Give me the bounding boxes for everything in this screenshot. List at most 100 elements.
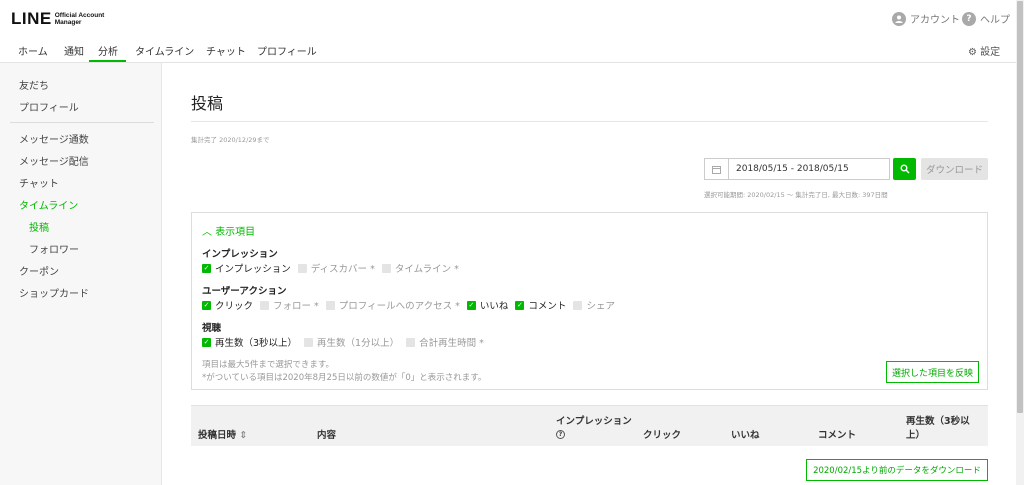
tab-timeline[interactable]: タイムライン	[135, 43, 194, 58]
checkbox-discover[interactable]: ディスカバー *	[297, 261, 375, 275]
main-nav: ホーム 通知 分析 タイムライン チャット プロフィール ⚙ 設定	[0, 36, 1016, 63]
group-title-user-action: ユーザーアクション	[202, 286, 287, 297]
checkbox-checked-icon: ✓	[466, 300, 476, 310]
date-range-value: 2018/05/15 - 2018/05/15	[736, 164, 849, 174]
help-label: ヘルプ	[980, 15, 1010, 26]
logo-subtitle: Official Account Manager	[54, 12, 105, 26]
display-items-label: 表示項目	[215, 227, 256, 238]
checkbox-profile-access[interactable]: プロフィールへのアクセス *	[325, 298, 460, 312]
aggregation-note: 集計完了 2020/12/29まで	[191, 136, 270, 144]
checkbox-unchecked-icon	[325, 300, 335, 310]
apply-selected-items-button[interactable]: 選択した項目を反映	[886, 361, 979, 383]
option-label: インプレッション	[215, 264, 291, 275]
line-oam-logo[interactable]: LINE Official Account Manager	[11, 9, 104, 29]
settings-link[interactable]: ⚙ 設定	[968, 43, 1000, 58]
column-header-impression: インプレッション?	[556, 413, 632, 439]
checkbox-impression[interactable]: ✓ インプレッション	[202, 261, 291, 275]
checkbox-checked-icon: ✓	[202, 337, 211, 347]
sidebar-item-profile[interactable]: プロフィール	[19, 99, 79, 114]
account-label: アカウント	[910, 15, 960, 26]
tab-analytics[interactable]: 分析	[98, 43, 118, 58]
checkbox-follow[interactable]: フォロー *	[260, 298, 319, 312]
checkbox-plays-1m[interactable]: 再生数（1分以上）	[304, 335, 399, 349]
display-items-panel: ︿ 表示項目 インプレッション ✓ インプレッション ディスカバー * タイムライ…	[191, 212, 988, 390]
tab-profile[interactable]: プロフィール	[257, 43, 317, 58]
chevron-up-icon: ︿	[202, 227, 212, 238]
option-label: フォロー *	[273, 301, 319, 312]
search-button[interactable]	[893, 158, 916, 180]
column-date-label: 投稿日時	[198, 430, 237, 441]
title-divider	[191, 121, 988, 122]
checkbox-share[interactable]: シェア	[573, 298, 615, 312]
group-title-viewing: 視聴	[202, 323, 222, 334]
scrollbar-thumb[interactable]	[1017, 1, 1023, 413]
option-label: クリック	[215, 301, 254, 312]
option-label: ディスカバー *	[310, 264, 375, 275]
display-items-toggle[interactable]: ︿ 表示項目	[202, 223, 255, 238]
sidebar-item-followers[interactable]: フォロワー	[29, 241, 79, 256]
checkbox-comment[interactable]: ✓ コメント	[515, 298, 566, 312]
tab-home[interactable]: ホーム	[18, 43, 48, 58]
checkbox-click[interactable]: ✓ クリック	[202, 298, 253, 312]
sidebar-item-chat[interactable]: チャット	[19, 175, 59, 190]
date-range-picker[interactable]: 2018/05/15 - 2018/05/15	[704, 158, 890, 180]
checkbox-checked-icon: ✓	[202, 263, 211, 273]
sidebar-item-timeline[interactable]: タイムライン	[19, 197, 78, 212]
download-before-button[interactable]: 2020/02/15より前のデータをダウンロード	[806, 459, 988, 481]
option-label: タイムライン *	[394, 264, 459, 275]
checkbox-unchecked-icon	[573, 300, 583, 310]
tab-notifications[interactable]: 通知	[64, 43, 84, 58]
checkbox-unchecked-icon	[406, 337, 416, 347]
checkbox-like[interactable]: ✓ いいね	[466, 298, 509, 312]
range-note: 選択可能期間: 2020/02/15 ～ 集計完了日, 最大日数: 397日間	[704, 191, 888, 199]
active-tab-indicator	[89, 60, 126, 62]
tab-chat[interactable]: チャット	[206, 43, 246, 58]
sort-icon: ⇕	[239, 430, 248, 441]
column-impression-label: インプレッション	[556, 416, 632, 427]
group-title-impression: インプレッション	[202, 249, 278, 260]
sidebar-item-coupons[interactable]: クーポン	[19, 263, 59, 278]
page-scrollbar[interactable]	[1016, 0, 1024, 485]
sidebar-item-message-delivery[interactable]: メッセージ配信	[19, 153, 89, 168]
option-label: いいね	[479, 301, 509, 312]
hint-max-items: 項目は最大5件まで選択できます。	[202, 360, 335, 370]
column-header-like: いいね	[731, 430, 760, 441]
sidebar-item-posts[interactable]: 投稿	[29, 219, 49, 234]
hint-asterisk-note: *がついている項目は2020年8月25日以前の数値が「0」と表示されます。	[202, 373, 487, 383]
calendar-icon	[705, 159, 729, 179]
user-action-options: ✓ クリック フォロー * プロフィールへのアクセス * ✓ いいね ✓ コメント シ…	[202, 298, 622, 312]
column-header-comment: コメント	[818, 430, 857, 441]
column-header-click: クリック	[643, 430, 682, 441]
gear-icon: ⚙	[968, 47, 977, 58]
top-header: LINE Official Account Manager アカウント ? ヘル…	[0, 0, 1016, 36]
column-header-content: 内容	[317, 430, 337, 441]
checkbox-checked-icon: ✓	[202, 300, 211, 310]
option-label: 再生数（1分以上）	[317, 338, 400, 349]
checkbox-checked-icon: ✓	[515, 300, 525, 310]
table-header: 投稿日時 ⇕ 内容 インプレッション? クリック いいね コメント 再生数（3秒…	[191, 405, 988, 446]
checkbox-unchecked-icon	[381, 263, 391, 273]
sidebar-item-friends[interactable]: 友だち	[19, 77, 49, 92]
checkbox-unchecked-icon	[304, 337, 314, 347]
column-header-date[interactable]: 投稿日時 ⇕	[198, 427, 247, 441]
search-icon	[900, 164, 910, 174]
checkbox-unchecked-icon	[260, 300, 270, 310]
option-label: 合計再生時間 *	[419, 338, 484, 349]
checkbox-total-play-time[interactable]: 合計再生時間 *	[406, 335, 484, 349]
checkbox-unchecked-icon	[297, 263, 307, 273]
download-button[interactable]: ダウンロード	[921, 158, 988, 180]
help-menu[interactable]: ? ヘルプ	[962, 11, 1010, 26]
sidebar-item-message-count[interactable]: メッセージ通数	[19, 131, 89, 146]
sidebar: 友だち プロフィール メッセージ通数 メッセージ配信 チャット タイムライン 投…	[0, 63, 162, 485]
info-icon[interactable]: ?	[556, 430, 565, 439]
viewing-options: ✓ 再生数（3秒以上） 再生数（1分以上） 合計再生時間 *	[202, 335, 491, 349]
option-label: シェア	[586, 301, 615, 312]
column-header-plays: 再生数（3秒以 上）	[906, 416, 970, 441]
checkbox-timeline[interactable]: タイムライン *	[381, 261, 459, 275]
settings-label: 設定	[980, 47, 1001, 58]
checkbox-plays-3s[interactable]: ✓ 再生数（3秒以上）	[202, 335, 297, 349]
page-title: 投稿	[191, 94, 224, 113]
option-label: 再生数（3秒以上）	[215, 338, 298, 349]
account-menu[interactable]: アカウント	[892, 11, 960, 26]
sidebar-item-shop-card[interactable]: ショップカード	[19, 285, 89, 300]
